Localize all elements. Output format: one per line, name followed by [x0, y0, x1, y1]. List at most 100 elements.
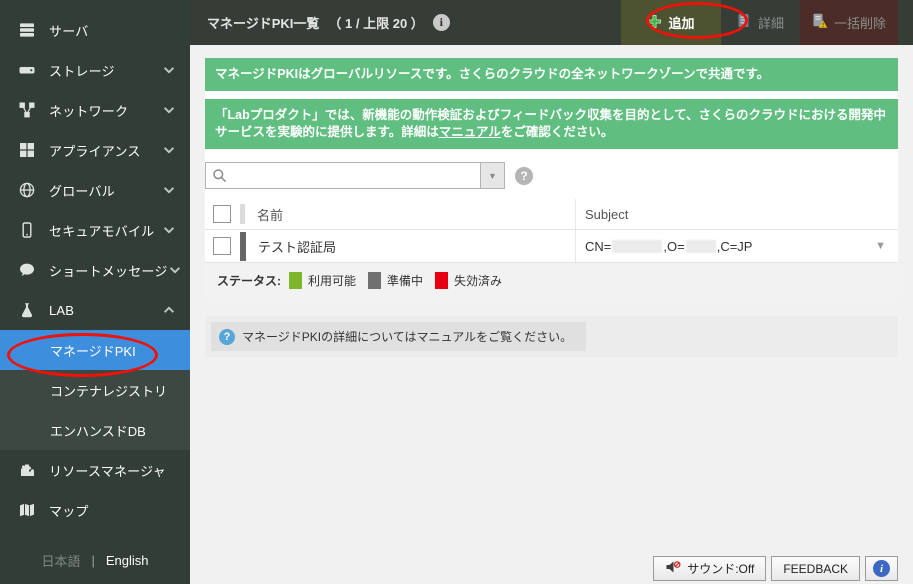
language-switcher: 日本語 | English: [0, 551, 190, 570]
map-icon: [18, 502, 36, 518]
help-icon[interactable]: ?: [515, 167, 533, 185]
info-icon[interactable]: i: [433, 14, 450, 31]
storage-icon: [18, 62, 36, 78]
redacted-value: [686, 240, 716, 253]
sidebar-item-secure-mobile[interactable]: セキュアモバイル: [0, 210, 190, 250]
content-area: マネージドPKIはグローバルリソースです。さくらのクラウドの全ネットワークゾーン…: [190, 45, 913, 584]
search-box: ▼: [205, 162, 505, 189]
row-status-indicator: [240, 232, 246, 261]
sidebar-item-map[interactable]: マップ: [0, 490, 190, 530]
add-button[interactable]: 追加: [621, 0, 721, 45]
main-area: マネージドPKI一覧 （ 1 / 上限 20 ） i 追加 詳細: [190, 0, 913, 584]
search-row: ▼ ?: [205, 149, 898, 199]
status-available-swatch: [289, 272, 302, 289]
language-english-link[interactable]: English: [106, 553, 149, 568]
dropdown-arrow-icon: ▼: [488, 171, 497, 181]
sidebar-item-resource-manager[interactable]: リソースマネージャ: [0, 450, 190, 490]
row-subject: CN=,O=,C=JP ▼: [575, 230, 898, 262]
footer-buttons: サウンド:Off FEEDBACK i: [653, 556, 898, 581]
topbar-buttons: 追加 詳細 一括削除: [621, 0, 898, 45]
status-revoked-swatch: [435, 272, 448, 289]
resource-count: （ 1 / 上限 20 ）: [328, 13, 423, 32]
search-icon: [206, 163, 232, 188]
legend-label: 失効済み: [454, 272, 502, 289]
sidebar-item-label: リソースマネージャ: [49, 461, 176, 480]
chevron-down-icon: [162, 63, 176, 77]
sidebar-item-label: セキュアモバイル: [49, 221, 162, 240]
sound-button-label: サウンド:Off: [687, 560, 754, 577]
sidebar-item-network[interactable]: ネットワーク: [0, 90, 190, 130]
chevron-down-icon: [162, 143, 176, 157]
sidebar-item-label: ネットワーク: [49, 101, 162, 120]
table-row-left: テスト認証局: [205, 230, 575, 262]
select-all-checkbox[interactable]: [213, 205, 231, 223]
feedback-button[interactable]: FEEDBACK: [771, 556, 860, 581]
detail-button-label: 詳細: [758, 13, 784, 32]
info-bar-text: マネージドPKIの詳細についてはマニュアルをご覧ください。: [242, 328, 572, 345]
list-panel: マネージドPKIはグローバルリソースです。さくらのクラウドの全ネットワークゾーン…: [205, 58, 898, 297]
language-japanese-link[interactable]: 日本語: [41, 551, 80, 570]
plus-icon: [647, 14, 662, 32]
puzzle-icon: [18, 462, 36, 478]
chevron-down-icon: [168, 263, 182, 277]
legend-label: 準備中: [387, 272, 423, 289]
sidebar-item-short-message[interactable]: ショートメッセージ: [0, 250, 190, 290]
question-icon: ?: [219, 329, 235, 345]
lab-submenu: マネージドPKI コンテナレジストリ エンハンスドDB: [0, 330, 190, 450]
search-input[interactable]: [232, 163, 480, 188]
sidebar-item-label: ショートメッセージ: [49, 261, 168, 280]
search-dropdown-button[interactable]: ▼: [480, 163, 504, 188]
row-name: テスト認証局: [258, 237, 336, 256]
topbar: マネージドPKI一覧 （ 1 / 上限 20 ） i 追加 詳細: [190, 0, 913, 45]
manual-link[interactable]: マニュアル: [439, 125, 501, 139]
sidebar-item-lab[interactable]: LAB: [0, 290, 190, 330]
table-header: 名前 Subject: [205, 199, 898, 230]
status-legend: ステータス: 利用可能 準備中 失効済み: [205, 263, 898, 297]
column-header-subject: Subject: [575, 199, 898, 229]
chevron-down-icon: [162, 223, 176, 237]
sidebar-item-server[interactable]: サーバ: [0, 10, 190, 50]
lab-product-banner: 「Labプロダクト」では、新機能の動作検証およびフィードバック収集を目的として、…: [205, 99, 898, 149]
legend-label: 利用可能: [308, 272, 356, 289]
sound-toggle-button[interactable]: サウンド:Off: [653, 556, 766, 581]
sidebar-item-container-registry[interactable]: コンテナレジストリ: [0, 370, 190, 410]
sidebar-item-managed-pki[interactable]: マネージドPKI: [0, 330, 190, 370]
sidebar-item-label: グローバル: [49, 181, 162, 200]
chevron-down-icon: [162, 103, 176, 117]
status-column-header: [240, 204, 245, 224]
info-bar: ? マネージドPKIの詳細についてはマニュアルをご覧ください。: [205, 316, 898, 357]
submenu-item-label: コンテナレジストリ: [50, 381, 167, 400]
sidebar-item-appliance[interactable]: アプライアンス: [0, 130, 190, 170]
sidebar-item-global[interactable]: グローバル: [0, 170, 190, 210]
detail-button[interactable]: 詳細: [729, 0, 792, 45]
table-row[interactable]: テスト認証局 CN=,O=,C=JP ▼: [205, 230, 898, 263]
chevron-up-icon: [162, 303, 176, 317]
row-checkbox[interactable]: [213, 237, 231, 255]
sidebar-item-label: LAB: [49, 303, 162, 318]
sidebar-item-label: サーバ: [49, 21, 176, 40]
sidebar: サーバ ストレージ ネットワーク: [0, 0, 190, 584]
language-divider: |: [91, 553, 94, 568]
detail-icon: [737, 13, 752, 32]
table-header-left: 名前: [205, 199, 575, 229]
bulk-delete-button-label: 一括削除: [834, 13, 886, 32]
info-button[interactable]: i: [865, 556, 898, 581]
sidebar-item-label: アプライアンス: [49, 141, 162, 160]
feedback-button-label: FEEDBACK: [783, 562, 848, 576]
bulk-delete-button[interactable]: 一括削除: [800, 0, 898, 45]
submenu-item-label: マネージドPKI: [50, 341, 136, 360]
banner-text: をご確認ください。: [501, 125, 614, 139]
global-resource-banner: マネージドPKIはグローバルリソースです。さくらのクラウドの全ネットワークゾーン…: [205, 58, 898, 91]
chevron-down-icon: [162, 183, 176, 197]
add-button-label: 追加: [668, 13, 694, 32]
globe-icon: [18, 182, 36, 198]
secure-mobile-icon: [18, 222, 36, 238]
appliance-icon: [18, 142, 36, 158]
app-window: サーバ ストレージ ネットワーク: [0, 0, 913, 584]
row-expand-icon[interactable]: ▼: [875, 240, 886, 252]
sidebar-item-label: ストレージ: [49, 61, 162, 80]
banner-text: マネージドPKIはグローバルリソースです。さくらのクラウドの全ネットワークゾーン…: [215, 67, 769, 81]
info-bar-message: ? マネージドPKIの詳細についてはマニュアルをご覧ください。: [211, 322, 586, 351]
sidebar-item-storage[interactable]: ストレージ: [0, 50, 190, 90]
sidebar-item-enhanced-db[interactable]: エンハンスドDB: [0, 410, 190, 450]
